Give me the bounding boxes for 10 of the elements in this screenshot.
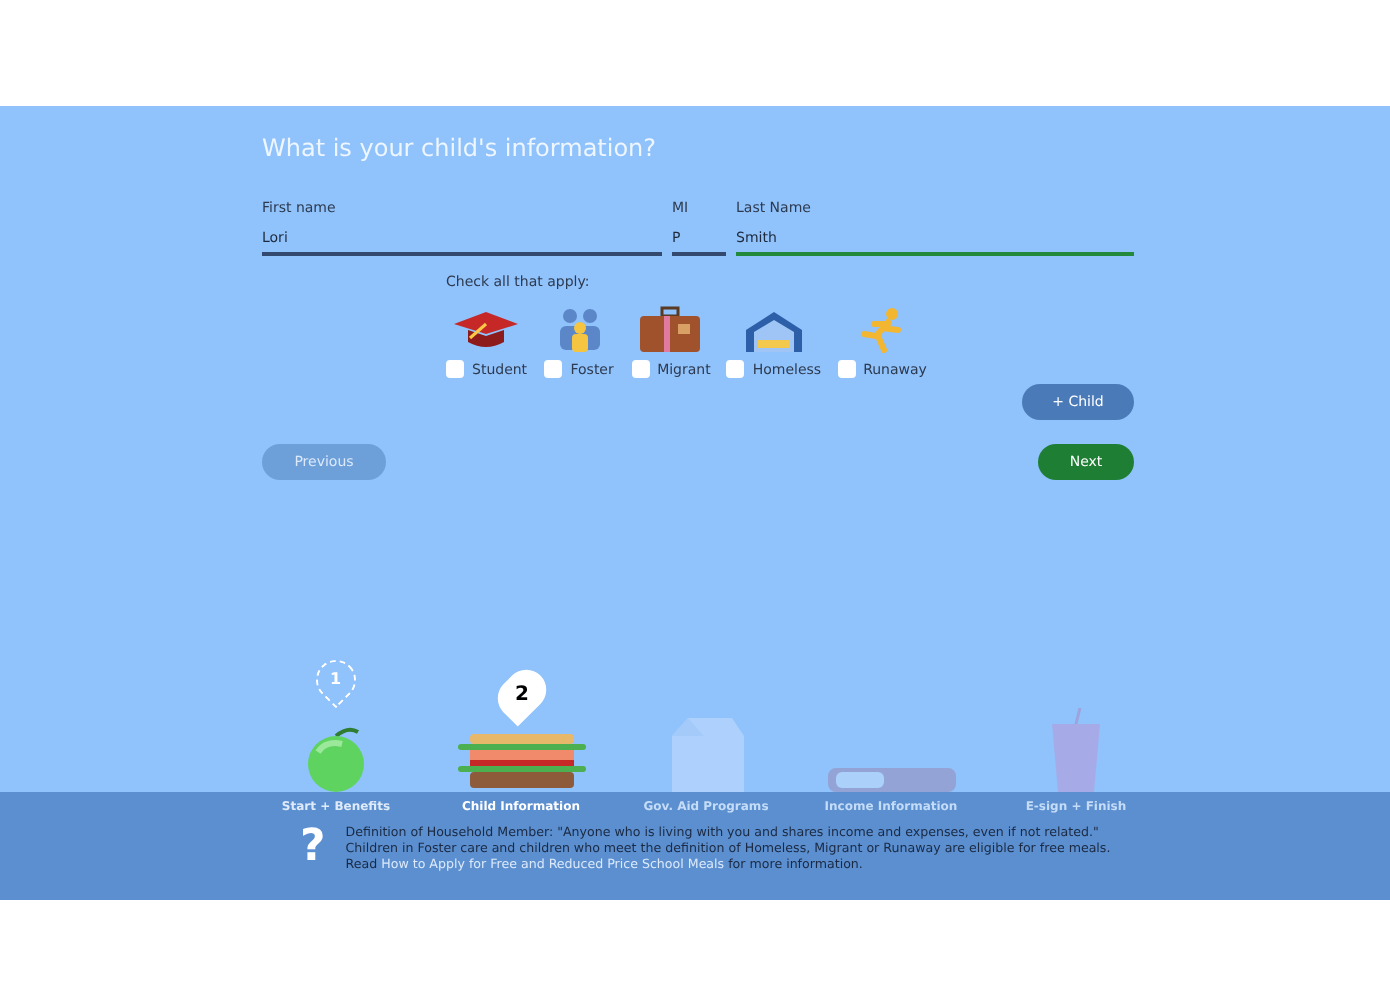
checkbox[interactable]: [726, 360, 745, 379]
help-icon: ?: [300, 826, 326, 874]
checkbox[interactable]: [544, 360, 563, 379]
drink-cup-icon: [1048, 708, 1104, 792]
page-heading: What is your child's information?: [262, 132, 659, 166]
apple-icon: [302, 724, 370, 792]
checkbox[interactable]: [837, 360, 856, 379]
checkbox[interactable]: [631, 360, 650, 379]
checkbox[interactable]: [446, 360, 464, 379]
sandwich-icon: [453, 732, 589, 792]
